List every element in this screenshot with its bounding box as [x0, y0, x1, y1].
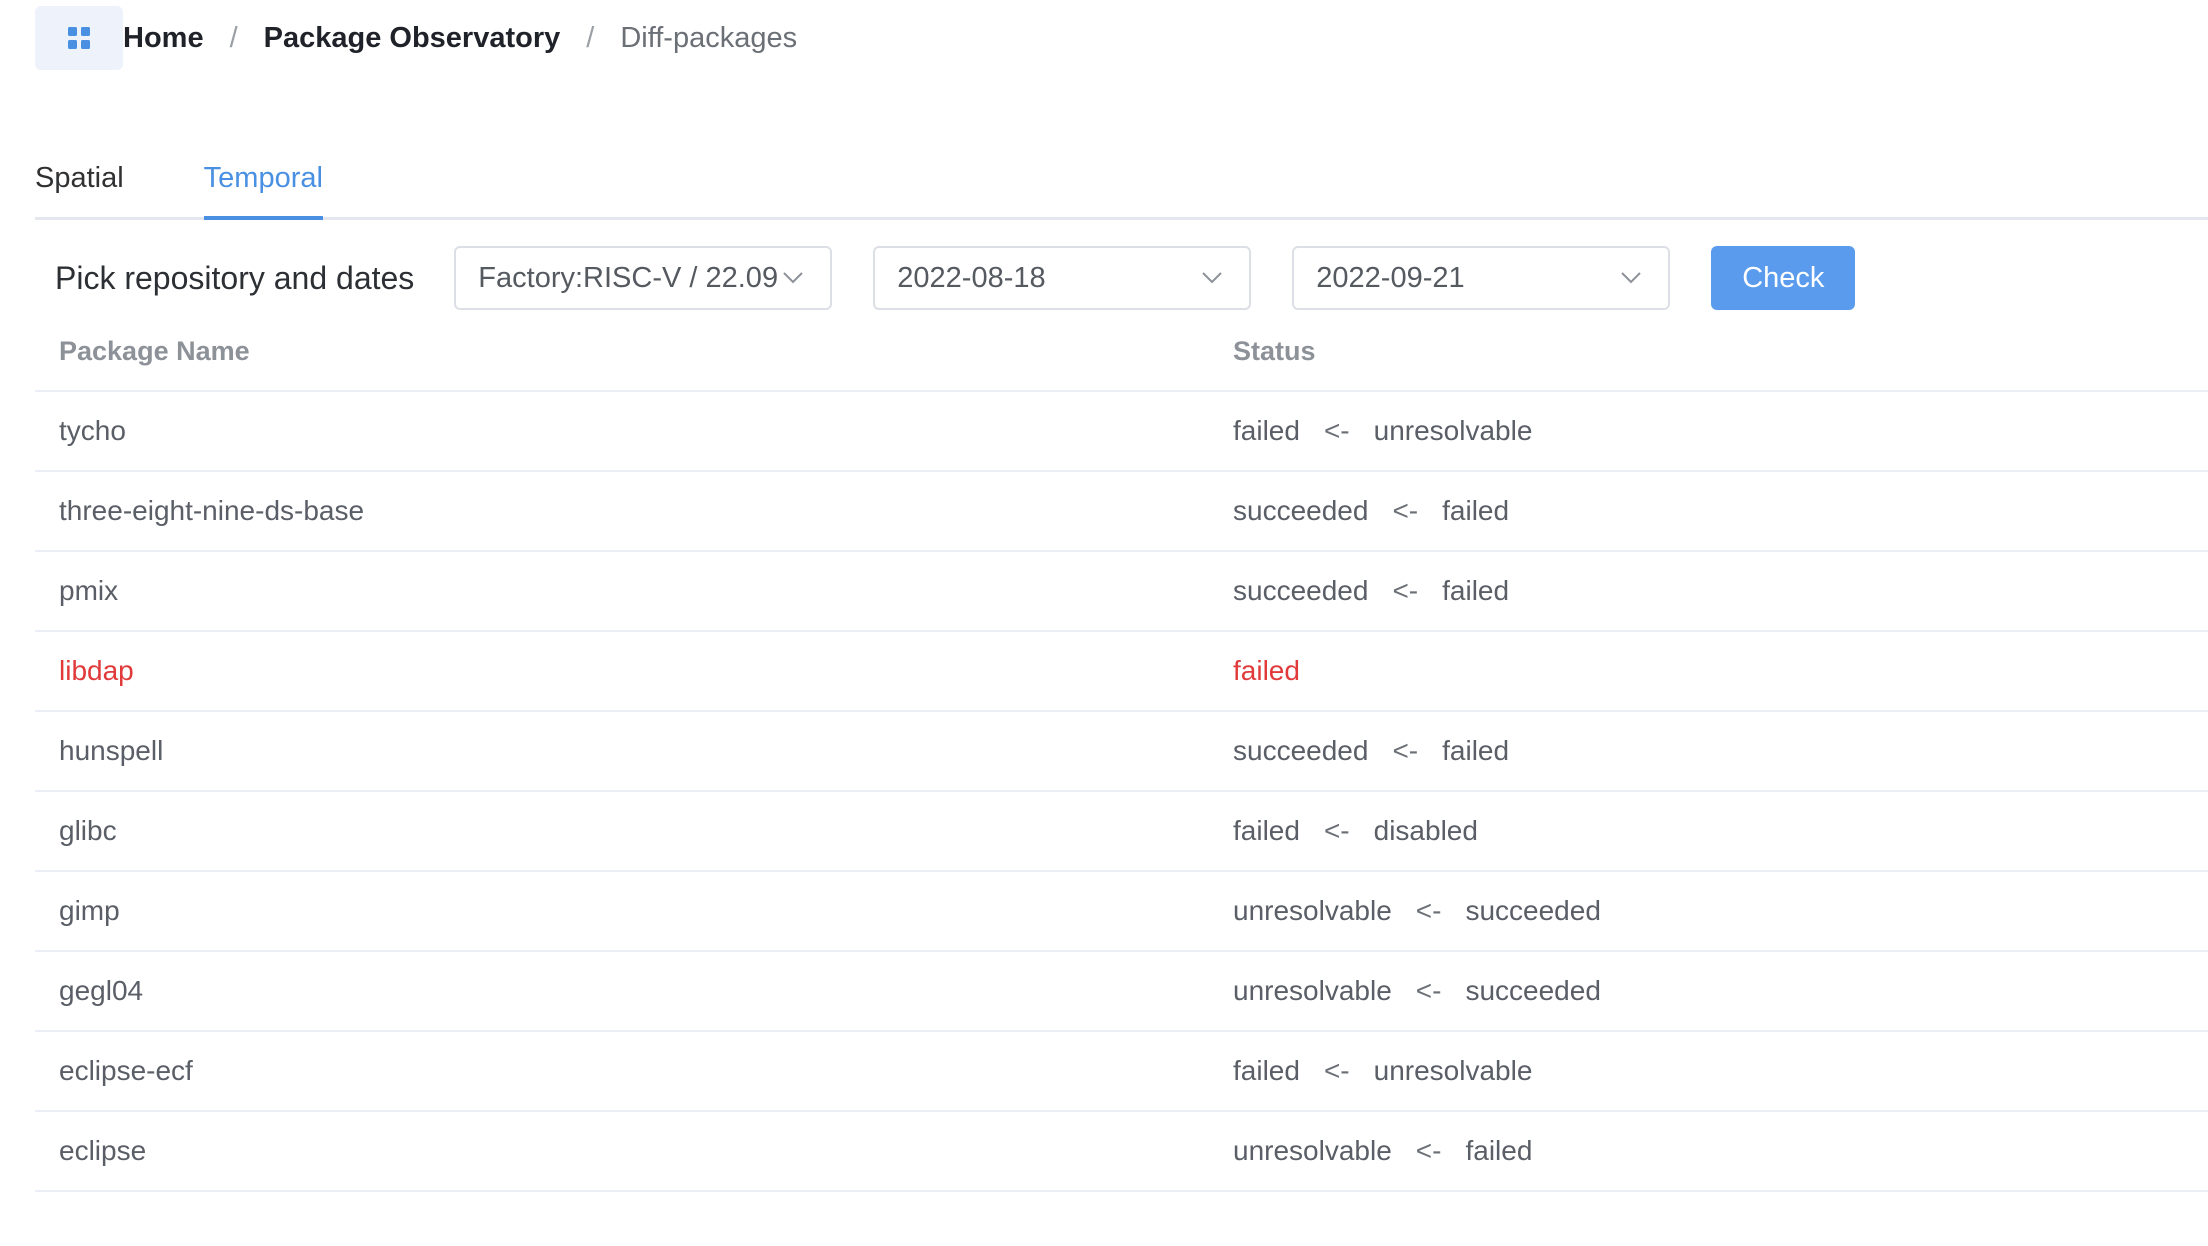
- table-row[interactable]: libdap failed: [35, 632, 2208, 712]
- tab-spatial[interactable]: Spatial: [35, 150, 124, 217]
- repository-select[interactable]: Factory:RISC-V / 22.09: [454, 246, 833, 310]
- breadcrumb-separator: /: [229, 21, 238, 54]
- chevron-down-icon: [1620, 271, 1642, 285]
- status-old: failed: [1442, 495, 1510, 526]
- table-row[interactable]: eclipse-ecf failed <- unresolvable: [35, 1032, 2208, 1112]
- package-name-cell: hunspell: [59, 735, 164, 766]
- table-row[interactable]: pmix succeeded <- failed: [35, 552, 2208, 632]
- status-new: failed: [1233, 415, 1300, 446]
- status-new: unresolvable: [1233, 975, 1392, 1006]
- status-cell: succeeded <- failed: [1233, 495, 2208, 527]
- status-old: failed: [1442, 575, 1510, 606]
- status-arrow: <-: [1392, 495, 1419, 526]
- table-row[interactable]: glibc failed <- disabled: [35, 792, 2208, 872]
- status-cell: succeeded <- failed: [1233, 575, 2208, 607]
- status-old: succeeded: [1465, 895, 1601, 926]
- table-row[interactable]: gegl04 unresolvable <- succeeded: [35, 952, 2208, 1032]
- package-name-cell: glibc: [59, 815, 117, 846]
- status-new: failed: [1233, 815, 1300, 846]
- status-cell: failed <- unresolvable: [1233, 415, 2208, 447]
- status-new: unresolvable: [1233, 895, 1392, 926]
- status-cell: unresolvable <- succeeded: [1233, 895, 2208, 927]
- status-cell: failed <- unresolvable: [1233, 1055, 2208, 1087]
- status-new: failed: [1233, 655, 1300, 686]
- date-to-select[interactable]: 2022-09-21: [1292, 246, 1671, 310]
- breadcrumb-home[interactable]: Home: [123, 22, 204, 55]
- package-name-cell: eclipse: [59, 1135, 147, 1166]
- table-row[interactable]: tycho failed <- unresolvable: [35, 392, 2208, 472]
- breadcrumb-package-observatory[interactable]: Package Observatory: [264, 22, 561, 55]
- grid-icon: [68, 27, 90, 49]
- table-row[interactable]: three-eight-nine-ds-base succeeded <- faile…: [35, 472, 2208, 552]
- breadcrumb-current: Diff-packages: [620, 21, 798, 54]
- chevron-down-icon: [1201, 271, 1223, 285]
- status-new: succeeded: [1233, 495, 1369, 526]
- status-cell: unresolvable <- succeeded: [1233, 975, 2208, 1007]
- status-cell: failed <- disabled: [1233, 815, 2208, 847]
- package-name-cell: gegl04: [59, 975, 144, 1006]
- status-old: disabled: [1373, 815, 1478, 846]
- status-old: unresolvable: [1373, 1055, 1533, 1086]
- check-button[interactable]: Check: [1711, 246, 1856, 310]
- status-arrow: <-: [1415, 895, 1442, 926]
- status-arrow: <-: [1415, 975, 1442, 1006]
- package-name-cell: libdap: [59, 655, 134, 686]
- table-body: tycho failed <- unresolvable three-eight-nin…: [35, 392, 2208, 1192]
- table-row[interactable]: hunspell succeeded <- failed: [35, 712, 2208, 792]
- status-cell: unresolvable <- failed: [1233, 1135, 2208, 1167]
- column-header-package-name: Package Name: [59, 335, 250, 366]
- package-name-cell: three-eight-nine-ds-base: [59, 495, 365, 526]
- table-row[interactable]: gimp unresolvable <- succeeded: [35, 872, 2208, 952]
- status-new: succeeded: [1233, 575, 1369, 606]
- repository-select-value: Factory:RISC-V / 22.09: [478, 261, 779, 294]
- filter-controls: Pick repository and dates Factory:RISC-V…: [55, 246, 1856, 310]
- status-arrow: <-: [1415, 1135, 1442, 1166]
- breadcrumb: Home / Package Observatory / Diff-packag…: [35, 6, 797, 70]
- status-new: failed: [1233, 1055, 1300, 1086]
- status-arrow: <-: [1392, 735, 1419, 766]
- controls-label: Pick repository and dates: [55, 259, 415, 296]
- status-old: failed: [1465, 1135, 1533, 1166]
- date-to-value: 2022-09-21: [1316, 261, 1465, 294]
- status-new: unresolvable: [1233, 1135, 1392, 1166]
- date-from-value: 2022-08-18: [897, 261, 1046, 294]
- apps-grid-button[interactable]: [35, 6, 123, 70]
- table-row[interactable]: eclipse unresolvable <- failed: [35, 1112, 2208, 1192]
- status-old: failed: [1442, 735, 1510, 766]
- status-cell: succeeded <- failed: [1233, 735, 2208, 767]
- diff-packages-table: Package Name Status tycho failed <- unresol…: [35, 312, 2208, 1192]
- status-cell: failed: [1233, 655, 2208, 687]
- status-old: succeeded: [1465, 975, 1601, 1006]
- tab-bar: Spatial Temporal: [35, 150, 2208, 220]
- status-arrow: <-: [1323, 415, 1350, 446]
- package-name-cell: gimp: [59, 895, 120, 926]
- date-from-select[interactable]: 2022-08-18: [873, 246, 1252, 310]
- status-new: succeeded: [1233, 735, 1369, 766]
- package-name-cell: tycho: [59, 415, 126, 446]
- chevron-down-icon: [782, 271, 804, 285]
- column-header-status: Status: [1233, 335, 1316, 366]
- status-arrow: <-: [1392, 575, 1419, 606]
- status-old: unresolvable: [1373, 415, 1533, 446]
- status-arrow: <-: [1323, 815, 1350, 846]
- breadcrumb-separator: /: [586, 21, 595, 54]
- tab-temporal[interactable]: Temporal: [203, 150, 324, 220]
- package-name-cell: pmix: [59, 575, 119, 606]
- table-header: Package Name Status: [35, 312, 2208, 392]
- package-name-cell: eclipse-ecf: [59, 1055, 193, 1086]
- status-arrow: <-: [1323, 1055, 1350, 1086]
